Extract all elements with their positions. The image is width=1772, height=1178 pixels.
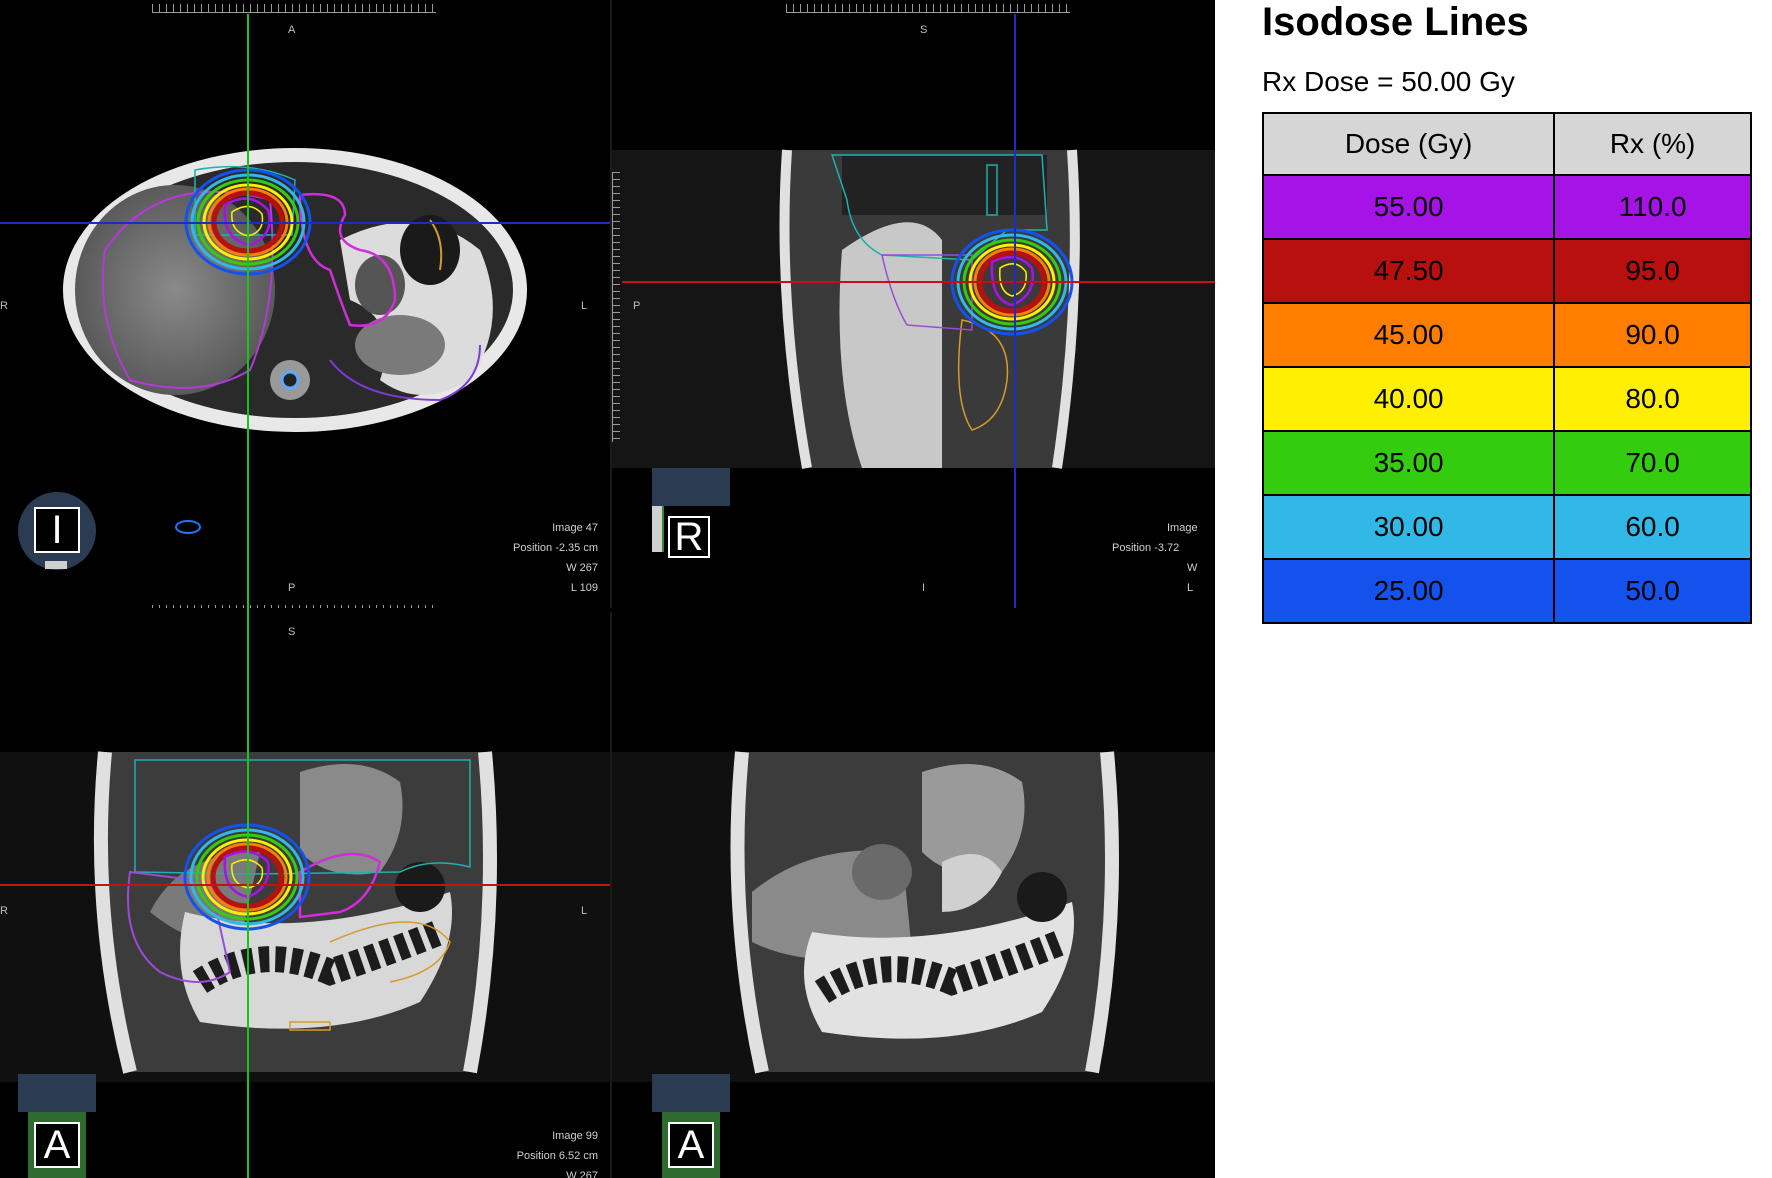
isodose-row: 55.00 110.0 <box>1261 174 1752 240</box>
legend-title: Isodose Lines <box>1262 0 1529 44</box>
coronal-viewport[interactable]: S R L A Image 99 Position 6.52 cm W 267 <box>0 612 610 1178</box>
axial-image-number: Image 47 <box>552 522 598 534</box>
axial-orientation-cube[interactable]: I <box>18 492 96 570</box>
viewport-separator-vertical <box>610 0 612 1178</box>
coronal-orientation-cube[interactable]: A <box>18 1074 96 1178</box>
coronal-plain-viewport[interactable]: A <box>612 612 1215 1178</box>
sagittal-cube-face: R <box>668 515 710 559</box>
isodose-dose-cell: 45.00 <box>1261 302 1556 368</box>
axial-orient-right: L <box>581 300 588 312</box>
sagittal-cube-top <box>652 468 730 506</box>
axial-orient-top: A <box>288 24 296 36</box>
isodose-rx-cell: 95.0 <box>1553 238 1752 304</box>
sagittal-left-ruler <box>612 172 620 442</box>
image-viewer: A P R L I Image 47 Position -2.35 cm W 2… <box>0 0 1215 1178</box>
coronal-info-overlay: Image 99 Position 6.52 cm W 267 <box>517 1126 598 1178</box>
isodose-row: 47.50 95.0 <box>1261 238 1752 304</box>
sagittal-cube-side <box>652 506 664 552</box>
coronal-crosshair-horizontal[interactable] <box>0 884 610 886</box>
axial-cube-face: I <box>34 507 80 553</box>
axial-top-ruler <box>152 4 436 13</box>
isodose-dose-cell: 35.00 <box>1261 430 1556 496</box>
sagittal-window-level: L <box>1187 582 1194 594</box>
isodose-dose-cell: 47.50 <box>1261 238 1556 304</box>
isodose-table-header: Dose (Gy) Rx (%) <box>1261 112 1752 176</box>
coronal-orient-left: R <box>0 905 8 917</box>
sagittal-info-overlay: Image Position -3.72 W L <box>1112 518 1215 598</box>
axial-window-width: W 267 <box>566 562 598 574</box>
header-dose: Dose (Gy) <box>1261 112 1556 176</box>
sagittal-viewport[interactable]: S I P R Image Position -3.72 W L <box>612 0 1215 608</box>
sagittal-orient-bottom: I <box>922 582 926 594</box>
sagittal-crosshair-vertical[interactable] <box>1014 14 1016 608</box>
axial-crosshair-horizontal[interactable] <box>0 222 610 224</box>
coronal-plain-cube-face: A <box>668 1122 714 1168</box>
axial-cube-base <box>45 561 67 569</box>
axial-orient-left: R <box>0 300 8 312</box>
header-rx: Rx (%) <box>1553 112 1752 176</box>
isodose-row: 35.00 70.0 <box>1261 430 1752 496</box>
isodose-row: 30.00 60.0 <box>1261 494 1752 560</box>
isodose-dose-cell: 30.00 <box>1261 494 1556 560</box>
isodose-rx-cell: 110.0 <box>1553 174 1752 240</box>
axial-position: Position -2.35 cm <box>513 542 598 554</box>
axial-window-level: L 109 <box>570 582 598 594</box>
coronal-orient-right: L <box>581 905 588 917</box>
coronal-window-width: W 267 <box>566 1170 598 1178</box>
isodose-row: 40.00 80.0 <box>1261 366 1752 432</box>
isodose-row: 45.00 90.0 <box>1261 302 1752 368</box>
coronal-plain-cube-top <box>652 1074 730 1112</box>
sagittal-orientation-cube[interactable]: R <box>652 468 730 588</box>
coronal-plain-orientation-cube[interactable]: A <box>652 1074 730 1178</box>
axial-viewport[interactable]: A P R L I Image 47 Position -2.35 cm W 2… <box>0 0 610 608</box>
sagittal-image-number: Image <box>1167 522 1198 534</box>
isodose-rx-cell: 50.0 <box>1553 558 1752 624</box>
sagittal-orient-left: P <box>633 300 641 312</box>
rx-dose-label: Rx Dose = 50.00 Gy <box>1262 66 1515 97</box>
isodose-dose-cell: 25.00 <box>1261 558 1556 624</box>
sagittal-top-ruler <box>786 4 1070 13</box>
sagittal-orient-top: S <box>920 24 928 36</box>
isodose-table: Dose (Gy) Rx (%) 55.00 110.0 47.50 95.0 45.0… <box>1261 112 1752 624</box>
isodose-dose-cell: 40.00 <box>1261 366 1556 432</box>
isodose-rx-cell: 70.0 <box>1553 430 1752 496</box>
sagittal-position: Position -3.72 <box>1112 542 1180 554</box>
coronal-cube-top <box>18 1074 96 1112</box>
coronal-image-number: Image 99 <box>552 1130 598 1142</box>
viewport-separator-horizontal <box>0 608 1215 612</box>
isodose-table-body: 55.00 110.0 47.50 95.0 45.00 90.0 40.00 80.0 35.… <box>1261 174 1752 624</box>
coronal-cube-face: A <box>34 1122 80 1168</box>
isodose-rx-cell: 60.0 <box>1553 494 1752 560</box>
sagittal-crosshair-horizontal[interactable] <box>622 281 1215 283</box>
coronal-orient-top: S <box>288 626 296 638</box>
crosshair-vertical-green[interactable] <box>247 14 249 1178</box>
isodose-dose-cell: 55.00 <box>1261 174 1556 240</box>
isodose-rx-cell: 80.0 <box>1553 366 1752 432</box>
sagittal-window-width: W <box>1187 562 1198 574</box>
axial-info-overlay: Image 47 Position -2.35 cm W 267 L 109 <box>513 518 598 598</box>
coronal-position: Position 6.52 cm <box>516 1150 598 1162</box>
isodose-row: 25.00 50.0 <box>1261 558 1752 624</box>
isodose-rx-cell: 90.0 <box>1553 302 1752 368</box>
axial-orient-bottom: P <box>288 582 296 594</box>
